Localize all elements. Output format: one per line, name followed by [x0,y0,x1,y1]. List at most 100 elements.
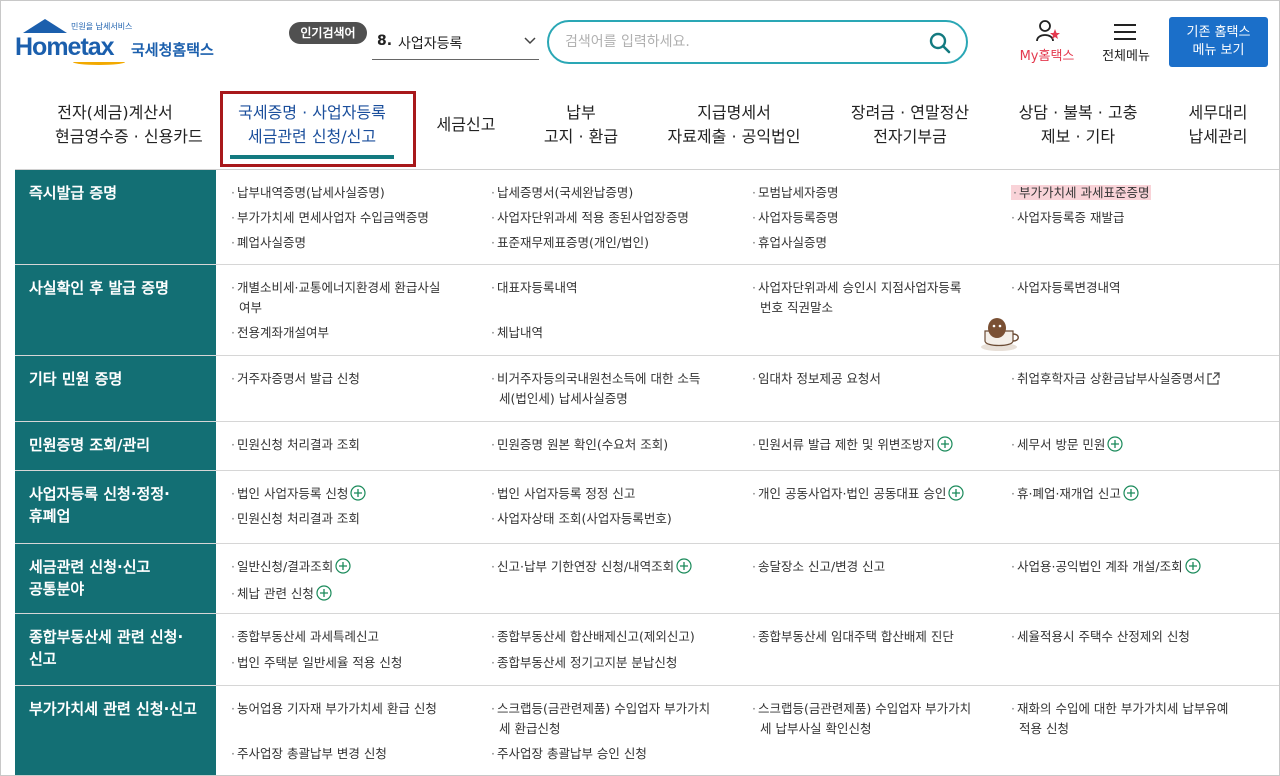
plus-circle-icon[interactable] [676,558,692,574]
my-hometax-button[interactable]: My홈택스 [1011,19,1083,67]
menu-link[interactable]: · 종합부동산세 과세특례신고 [231,627,379,647]
plus-circle-icon[interactable] [335,558,351,574]
menu-link[interactable]: · 체납내역 [491,323,543,343]
nav-tab-line1: 장려금 · 연말정산 [850,103,970,122]
all-menu-label: 전체메뉴 [1102,49,1150,64]
section-title: 부가가치세 관련 신청·신고 [15,686,216,775]
main-nav: 전자(세금)계산서 현금영수증 · 신용카드 국세증명 · 사업자등록 세금관련… [1,89,1279,169]
menu-link[interactable]: · 법인 사업자등록 신청 [231,484,367,504]
plus-circle-icon[interactable] [948,485,964,501]
section-row: 종합부동산세 관련 신청· 신고 · 종합부동산세 과세특례신고 · 종합부동산세 합… [15,614,1279,686]
nav-tab-tax-filing[interactable]: 세금신고 [433,113,499,137]
search-icon[interactable] [928,31,952,55]
legacy-menu-line2: 메뉴 보기 [1192,43,1245,58]
logo-swoosh-icon [73,59,125,65]
menu-link[interactable]: · 개별소비세·교통에너지환경세 환급사실 여부 [231,278,440,318]
nav-tab-line1: 상담 · 불복 · 고충 [1018,103,1138,122]
section-title: 사실확인 후 발급 증명 [15,265,216,355]
nav-tab-year-end[interactable]: 장려금 · 연말정산 전자기부금 [845,101,975,149]
menu-link[interactable]: · 전용계좌개설여부 [231,323,329,343]
menu-link[interactable]: · 민원증명 원본 확인(수요처 조회) [491,435,668,455]
menu-link[interactable]: · 모범납세자증명 [752,183,839,203]
menu-link[interactable]: · 주사업장 총괄납부 승인 신청 [491,744,647,764]
nav-tab-certificates[interactable]: 국세증명 · 사업자등록 세금관련 신청/신고 [230,101,394,149]
logo-roof-icon [23,19,67,33]
menu-link[interactable]: · 임대차 정보제공 요청서 [752,369,881,389]
nav-tab-line2: 현금영수증 · 신용카드 [55,127,203,146]
nav-tab-statements[interactable]: 지급명세서 자료제출 · 공익법인 [663,101,805,149]
menu-link[interactable]: · 사업자등록변경내역 [1011,278,1121,298]
nav-tab-line1: 지급명세서 [697,103,771,122]
menu-link[interactable]: · 스크랩등(금관련제품) 수입업자 부가가치 세 환급신청 [491,699,710,739]
menu-link[interactable]: · 사업자단위과세 승인시 지점사업자등록 번호 직권말소 [752,278,961,318]
menu-link[interactable]: · 비거주자등의국내원천소득에 대한 소득 세(법인세) 납세사실증명 [491,369,700,409]
menu-link[interactable]: · 종합부동산세 합산배제신고(제외신고) [491,627,695,647]
plus-circle-icon[interactable] [1123,485,1139,501]
menu-link[interactable]: · 표준재무제표증명(개인/법인) [491,233,649,253]
section-row: 세금관련 신청·신고 공통분야 · 일반신청/결과조회 · 신고·납부 기한연장 신청… [15,544,1279,614]
menu-link[interactable]: · 민원서류 발급 제한 및 위변조방지 [752,435,953,455]
menu-link[interactable]: · 개인 공동사업자·법인 공동대표 승인 [752,484,964,504]
menu-link[interactable]: · 재화의 수입에 대한 부가가치세 납부유예 적용 신청 [1011,699,1228,739]
legacy-menu-button[interactable]: 기존 홈택스 메뉴 보기 [1169,17,1268,67]
header: 민원을 납세서비스 Hometax 국세청홈택스 인기검색어 8. 사업자등록 … [1,1,1279,83]
menu-link[interactable]: · 사업용·공익법인 계좌 개설/조회 [1011,557,1201,577]
menu-link[interactable]: · 일반신청/결과조회 [231,557,351,577]
menu-link[interactable]: · 민원신청 처리결과 조회 [231,435,360,455]
plus-circle-icon[interactable] [1185,558,1201,574]
menu-link[interactable]: · 납세증명서(국세완납증명) [491,183,633,203]
hometax-logo[interactable]: 민원을 납세서비스 Hometax 국세청홈택스 [15,19,230,69]
menu-link[interactable]: · 사업자등록증명 [752,208,839,228]
plus-circle-icon[interactable] [1107,436,1124,452]
section-row: 기타 민원 증명 · 거주자증명서 발급 신청 · 비거주자등의국내원천소득에 대한… [15,356,1279,422]
section-row: 사실확인 후 발급 증명 · 개별소비세·교통에너지환경세 환급사실 여부 · 대표자… [15,265,1279,356]
nav-tab-line2: 납세관리 [1188,127,1248,146]
nav-tab-line1: 세무대리 [1188,103,1248,122]
nav-tab-consult[interactable]: 상담 · 불복 · 고충 제보 · 기타 [1013,101,1143,149]
menu-link[interactable]: · 세무서 방문 민원 [1011,435,1124,455]
menu-link[interactable]: · 부가가치세 면세사업자 수입금액증명 [231,208,429,228]
search-input[interactable] [565,31,925,53]
menu-link[interactable]: · 폐업사실증명 [231,233,306,253]
menu-link[interactable]: · 송달장소 신고/변경 신고 [752,557,885,577]
section-title: 기타 민원 증명 [15,356,216,421]
menu-link[interactable]: · 스크랩등(금관련제품) 수입업자 부가가치 세 납부사실 확인신청 [752,699,971,739]
menu-link[interactable]: · 법인 주택분 일반세율 적용 신청 [231,653,402,673]
section-title: 종합부동산세 관련 신청· 신고 [15,614,216,685]
popular-search-dropdown[interactable]: 8. 사업자등록 [372,28,539,60]
section-row: 민원증명 조회/관리 · 민원신청 처리결과 조회 · 민원증명 원본 확인(수요처… [15,422,1279,471]
menu-link[interactable]: · 취업후학자금 상환금납부사실증명서 [1011,369,1220,389]
menu-link[interactable]: · 농어업용 기자재 부가가치세 환급 신청 [231,699,437,719]
nav-tab-etax[interactable]: 전자(세금)계산서 현금영수증 · 신용카드 [55,101,203,149]
all-menu-button[interactable]: 전체메뉴 [1094,19,1158,67]
menu-link[interactable]: · 납부내역증명(납세사실증명) [231,183,385,203]
search-box [547,20,968,64]
menu-link[interactable]: · 주사업장 총괄납부 변경 신청 [231,744,387,764]
menu-link[interactable]: · 대표자등록내역 [491,278,578,298]
menu-link[interactable]: · 사업자등록증 재발급 [1011,208,1124,228]
menu-link[interactable]: · 체납 관련 신청 [231,584,332,604]
nav-tab-agent[interactable]: 세무대리 납세관리 [1183,101,1253,149]
menu-link-highlighted[interactable]: · 부가가치세 과세표준증명 [1011,183,1152,203]
menu-link[interactable]: · 거주자증명서 발급 신청 [231,369,360,389]
menu-link[interactable]: · 사업자단위과세 적용 종된사업장증명 [491,208,689,228]
logo-tagline: 민원을 납세서비스 [71,22,133,31]
menu-link[interactable]: · 신고·납부 기한연장 신청/내역조회 [491,557,692,577]
nav-tab-line1: 납부 [566,103,596,122]
menu-link[interactable]: · 휴·폐업·재개업 신고 [1011,484,1139,504]
logo-wordmark: Hometax [15,33,115,61]
menu-link[interactable]: · 사업자상태 조회(사업자등록번호) [491,509,672,529]
plus-circle-icon[interactable] [350,485,367,501]
popular-rank: 8. [377,33,393,49]
menu-link[interactable]: · 휴업사실증명 [752,233,827,253]
menu-link[interactable]: · 종합부동산세 임대주택 합산배제 진단 [752,627,954,647]
plus-circle-icon[interactable] [937,436,953,452]
plus-circle-icon[interactable] [316,585,332,601]
menu-link[interactable]: · 법인 사업자등록 정정 신고 [491,484,635,504]
section-title: 사업자등록 신청·정정· 휴폐업 [15,471,216,543]
menu-link[interactable]: · 종합부동산세 정기고지분 분납신청 [491,653,677,673]
nav-tab-payment[interactable]: 납부 고지 · 환급 [539,101,623,149]
menu-link[interactable]: · 세율적용시 주택수 산정제외 신청 [1011,627,1190,647]
menu-link[interactable]: · 민원신청 처리결과 조회 [231,509,360,529]
hamburger-icon [1114,24,1136,40]
